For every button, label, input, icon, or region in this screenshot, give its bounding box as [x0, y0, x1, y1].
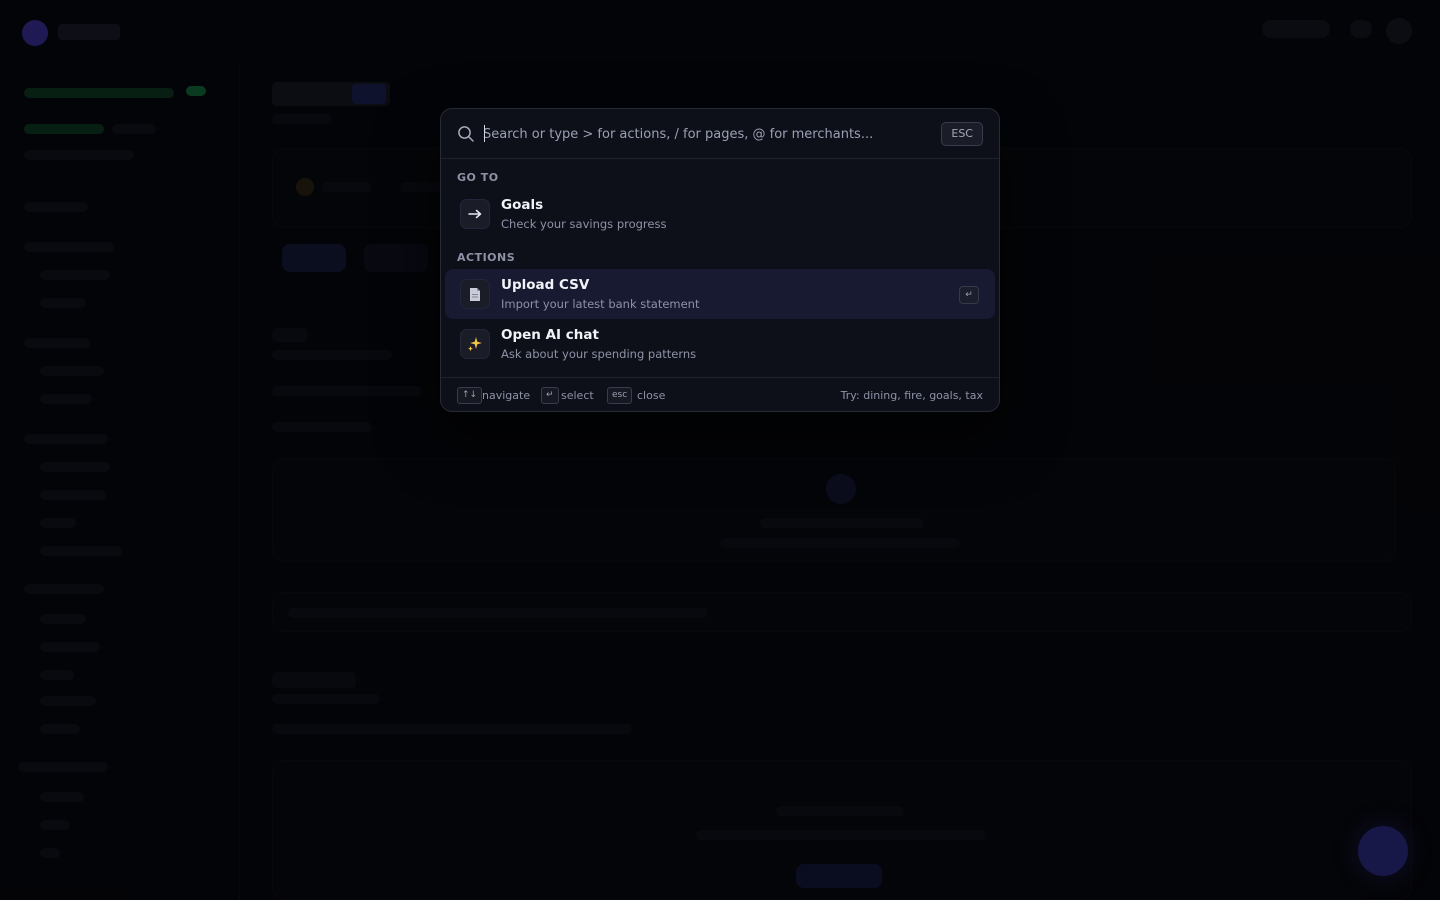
select-key-icon: ↵ [541, 387, 559, 404]
search-hint: Try: dining, fire, goals, tax [840, 389, 983, 402]
command-item-title: Goals [501, 197, 544, 213]
navigate-label: navigate [482, 389, 531, 402]
document-icon [460, 279, 490, 309]
section-label-go-to: GO TO [457, 171, 499, 184]
sparkle-icon [460, 329, 490, 359]
command-item-subtitle: Import your latest bank statement [501, 297, 700, 311]
enter-key-icon: ↵ [959, 286, 979, 304]
command-item-title: Open AI chat [501, 327, 599, 343]
navigate-key-icon: ↑↓ [457, 387, 483, 404]
palette-footer: ↑↓ navigate ↵ select esc close Try: dini… [441, 377, 999, 411]
command-item-subtitle: Check your savings progress [501, 217, 667, 231]
arrow-right-icon [460, 199, 490, 229]
command-item-upload-csv[interactable]: Upload CSV Import your latest bank state… [445, 269, 995, 319]
search-icon [458, 126, 474, 142]
esc-key-badge[interactable]: ESC [941, 122, 983, 146]
text-caret [484, 125, 485, 142]
command-item-subtitle: Ask about your spending patterns [501, 347, 697, 361]
search-input[interactable] [483, 123, 933, 145]
command-palette: ESC GO TO Goals Check your savings progr… [440, 108, 1000, 412]
close-key-icon: esc [607, 387, 633, 404]
section-label-actions: ACTIONS [457, 251, 516, 264]
command-item-open-ai-chat[interactable]: Open AI chat Ask about your spending pat… [445, 319, 995, 369]
command-item-goals[interactable]: Goals Check your savings progress [445, 189, 995, 239]
close-label: close [637, 389, 666, 402]
command-item-title: Upload CSV [501, 277, 590, 293]
search-row: ESC [441, 109, 999, 159]
select-label: select [561, 389, 594, 402]
